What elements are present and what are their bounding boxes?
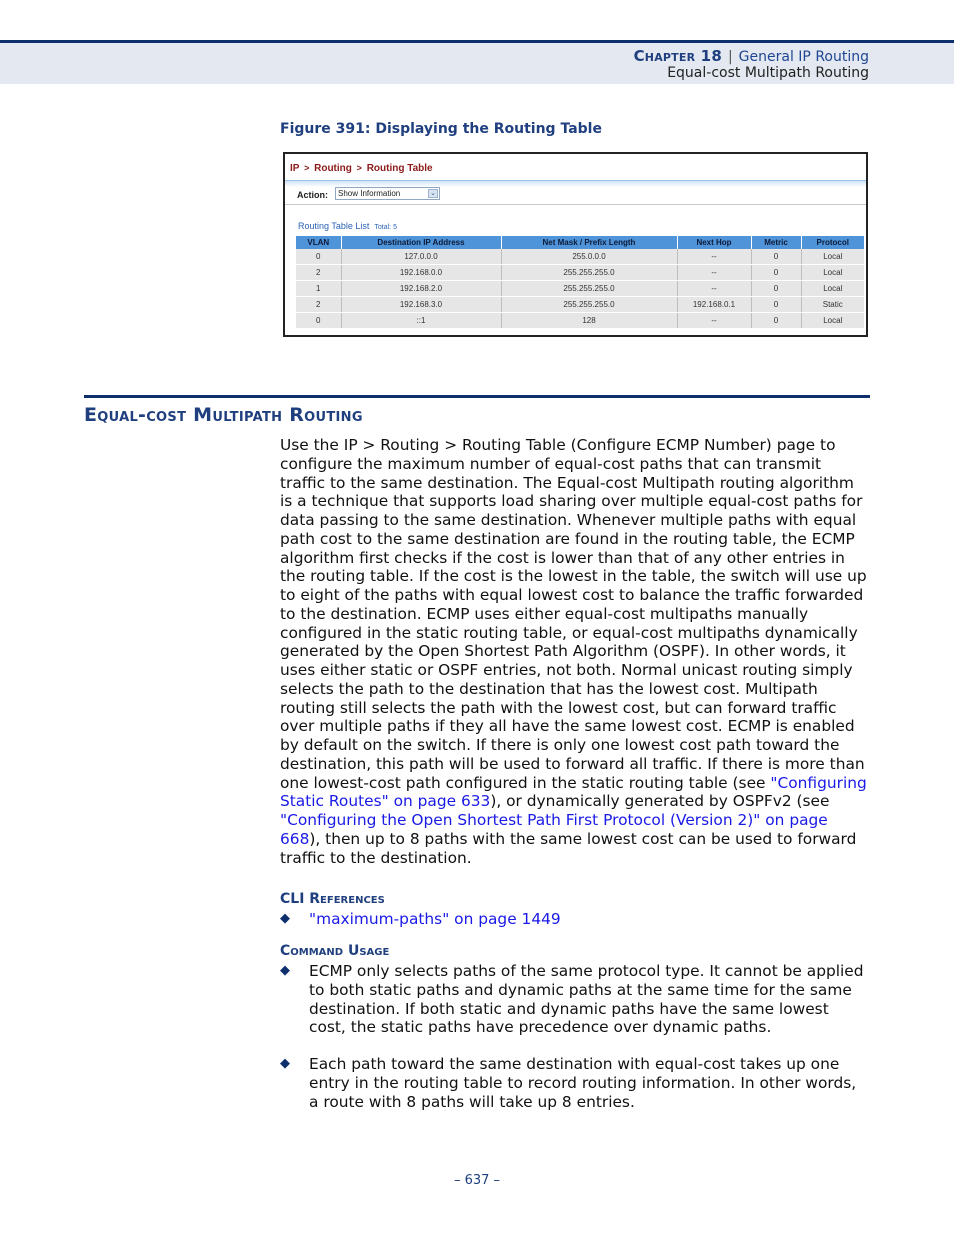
cell-protocol: Local (801, 312, 864, 329)
intro-text-end: ), then up to 8 paths with the same lowe… (280, 829, 857, 867)
cell-next-hop: -- (677, 249, 752, 265)
breadcrumb-item[interactable]: Routing Table (367, 163, 433, 174)
list-title: Routing Table List (298, 221, 370, 231)
page-number: – 637 – (453, 1173, 501, 1188)
header-section-title: Equal-cost Multipath Routing (667, 65, 869, 81)
section-rule (84, 395, 870, 398)
cell-metric: 0 (751, 312, 802, 329)
total-count: Total: 5 (374, 224, 397, 231)
cell-metric: 0 (751, 264, 802, 281)
cli-references-heading: CLI References (280, 891, 385, 907)
diamond-bullet-icon: ◆ (280, 1056, 290, 1071)
cell-netmask: 255.255.255.0 (501, 264, 678, 281)
cell-vlan: 2 (296, 296, 342, 313)
cli-reference-item: ◆ "maximum-paths" on page 1449 (280, 910, 870, 929)
section-title: Equal-cost Multipath Routing (84, 404, 363, 426)
routing-table-list-title: Routing Table List Total: 5 (298, 221, 397, 231)
figure-breadcrumb: IP > Routing > Routing Table (290, 163, 433, 174)
action-select-value: Show Information (338, 189, 401, 198)
figure-caption: Figure 391: Displaying the Routing Table (280, 121, 602, 137)
divider (285, 204, 866, 205)
column-header-metric[interactable]: Metric (751, 236, 802, 249)
diamond-bullet-icon: ◆ (280, 963, 290, 978)
breadcrumb-item[interactable]: IP (290, 163, 299, 174)
cell-metric: 0 (751, 280, 802, 297)
diamond-bullet-icon: ◆ (280, 911, 290, 926)
cell-metric: 0 (751, 296, 802, 313)
cell-netmask: 255.255.255.0 (501, 296, 678, 313)
routing-table: VLAN Destination IP Address Net Mask / P… (296, 236, 864, 329)
column-header-protocol[interactable]: Protocol (801, 236, 864, 249)
breadcrumb-separator: > (304, 163, 310, 173)
table-row: 2 192.168.0.0 255.255.255.0 -- 0 Local (296, 264, 864, 281)
column-header-netmask[interactable]: Net Mask / Prefix Length (501, 236, 678, 249)
command-usage-heading: Command Usage (280, 943, 390, 959)
table-row: 2 192.168.3.0 255.255.255.0 192.168.0.1 … (296, 296, 864, 313)
action-label: Action: (297, 190, 328, 200)
column-header-vlan[interactable]: VLAN (296, 236, 342, 249)
table-row: 0 ::1 128 -- 0 Local (296, 312, 864, 329)
intro-paragraph: Use the IP > Routing > Routing Table (Co… (280, 436, 870, 867)
command-usage-item: ◆ ECMP only selects paths of the same pr… (280, 962, 870, 1037)
column-header-next-hop[interactable]: Next Hop (677, 236, 752, 249)
table-header-row: VLAN Destination IP Address Net Mask / P… (296, 236, 864, 249)
cell-destination: ::1 (341, 312, 502, 329)
cell-destination: 192.168.3.0 (341, 296, 502, 313)
cell-netmask: 255.0.0.0 (501, 249, 678, 265)
cell-protocol: Local (801, 264, 864, 281)
chapter-label: Chapter 18 (633, 47, 722, 65)
action-select[interactable]: Show Information ⌄ (335, 187, 440, 200)
routing-table-screenshot: IP > Routing > Routing Table Action: Sho… (283, 152, 868, 337)
table-row: 0 127.0.0.0 255.0.0.0 -- 0 Local (296, 249, 864, 265)
breadcrumb-separator: > (356, 163, 362, 173)
chevron-down-icon[interactable]: ⌄ (428, 189, 438, 198)
cell-netmask: 255.255.255.0 (501, 280, 678, 297)
cell-vlan: 0 (296, 249, 342, 265)
link-maximum-paths[interactable]: "maximum-paths" on page 1449 (309, 910, 561, 928)
table-row: 1 192.168.2.0 255.255.255.0 -- 0 Local (296, 280, 864, 297)
cell-metric: 0 (751, 249, 802, 265)
command-usage-text: ECMP only selects paths of the same prot… (309, 962, 864, 1037)
cell-next-hop: -- (677, 264, 752, 281)
cell-vlan: 1 (296, 280, 342, 297)
page-header: Chapter 18 | General IP Routing Equal-cost… (0, 40, 954, 84)
column-header-destination[interactable]: Destination IP Address (341, 236, 502, 249)
cell-vlan: 2 (296, 264, 342, 281)
cell-netmask: 128 (501, 312, 678, 329)
cell-next-hop: 192.168.0.1 (677, 296, 752, 313)
cell-next-hop: -- (677, 312, 752, 329)
title-bar-gradient (285, 180, 866, 187)
command-usage-text: Each path toward the same destination wi… (309, 1055, 857, 1111)
breadcrumb-item[interactable]: Routing (314, 163, 352, 174)
cell-destination: 127.0.0.0 (341, 249, 502, 265)
cell-destination: 192.168.0.0 (341, 264, 502, 281)
cell-vlan: 0 (296, 312, 342, 329)
cell-protocol: Static (801, 296, 864, 313)
cell-protocol: Local (801, 280, 864, 297)
cell-protocol: Local (801, 249, 864, 265)
intro-text: Use the IP > Routing > Routing Table (Co… (280, 436, 867, 792)
cell-destination: 192.168.2.0 (341, 280, 502, 297)
cell-next-hop: -- (677, 280, 752, 297)
header-separator: | (727, 49, 733, 65)
chapter-line: Chapter 18 | General IP Routing (634, 47, 869, 65)
intro-text-middle: ), or dynamically generated by OSPFv2 (s… (490, 792, 830, 811)
command-usage-item: ◆ Each path toward the same destination … (280, 1055, 870, 1111)
chapter-title: General IP Routing (738, 49, 869, 65)
